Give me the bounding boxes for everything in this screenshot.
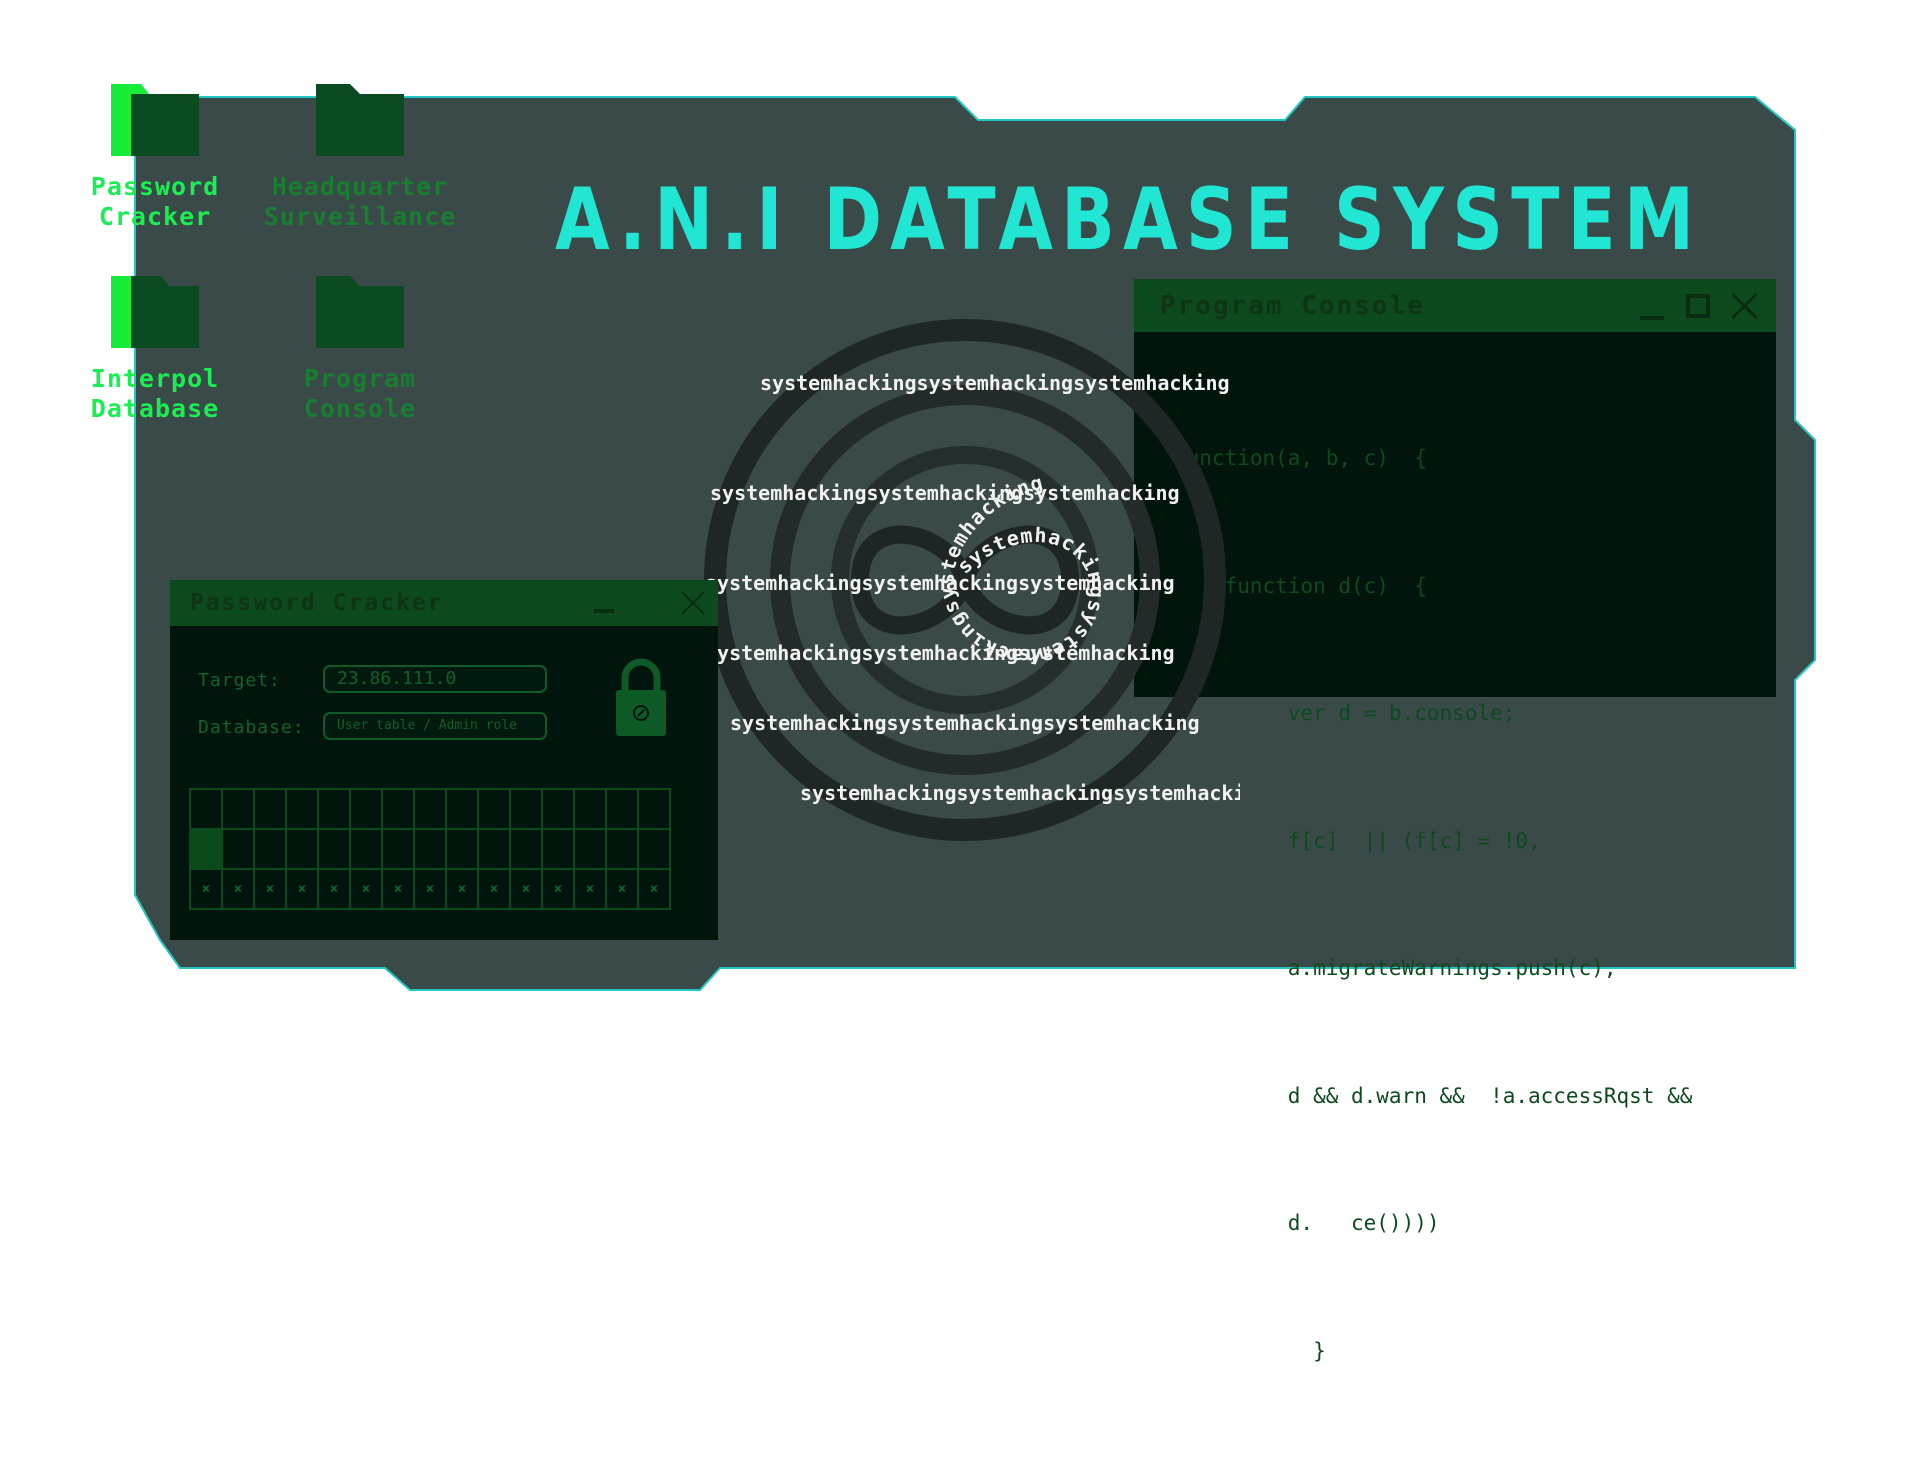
lock-icon	[616, 658, 666, 736]
grid-cell	[381, 828, 415, 870]
grid-cell	[317, 828, 351, 870]
grid-cell	[509, 788, 543, 830]
grid-cell	[253, 788, 287, 830]
grid-cell	[573, 828, 607, 870]
password-cracker-title: Password Cracker	[190, 590, 444, 616]
grid-cell	[573, 788, 607, 830]
desktop-icon-label: Headquarter Surveillance	[263, 172, 457, 231]
grid-cell	[605, 828, 639, 870]
grid-cell: ×	[605, 868, 639, 910]
grid-cell	[413, 788, 447, 830]
page-title: A.N.I DATABASE SYSTEM	[555, 170, 1703, 270]
folder-icon	[111, 84, 199, 156]
database-field[interactable]: User table / Admin role	[323, 712, 547, 740]
grid-cell: ×	[285, 868, 319, 910]
grid-cell	[285, 828, 319, 870]
password-cracker-title-bar[interactable]: Password Cracker	[170, 580, 718, 626]
target-label: Target:	[198, 670, 281, 691]
code-line: a.migrateWarnings.push(c),	[1174, 956, 1617, 980]
close-icon[interactable]	[1730, 292, 1758, 320]
spiral-text: systemhackingsystemhackingsystemhacking	[705, 641, 1175, 665]
grid-cell: ×	[573, 868, 607, 910]
grid-cell	[221, 788, 255, 830]
grid-cell	[605, 788, 639, 830]
desktop-icon-label: Password Cracker	[90, 172, 220, 231]
grid-cell: ×	[637, 868, 671, 910]
grid-row: × × × × × × × × × × × × × × ×	[189, 868, 671, 910]
grid-cell	[541, 828, 575, 870]
grid-row	[189, 828, 671, 870]
grid-cell	[381, 788, 415, 830]
spiral-text: systemhackingsystemhackingsystemhacking	[730, 711, 1200, 735]
target-field[interactable]: 23.86.111.0	[323, 665, 547, 693]
grid-cell: ×	[221, 868, 255, 910]
close-icon[interactable]	[680, 590, 706, 616]
grid-cell	[541, 788, 575, 830]
maximize-icon[interactable]	[1686, 293, 1710, 318]
password-cracker-window[interactable]: Password Cracker Target: 23.86.111.0 Dat…	[170, 580, 718, 940]
spiral-text: systemhackingsystemhackingsystemhacking	[760, 371, 1230, 395]
spiral-text: systemhackingsystemhackingsystemhacking	[710, 481, 1180, 505]
grid-cell: ×	[477, 868, 511, 910]
code-line: }	[1174, 1338, 1326, 1363]
code-line: function(a, b, c) {	[1174, 446, 1427, 470]
code-line: f[c] || (f[c] = !0,	[1174, 828, 1541, 853]
grid-cell	[413, 828, 447, 870]
desktop-icon-interpol-database[interactable]: Interpol Database	[45, 274, 265, 424]
desktop-icon-program-console[interactable]: Program Console	[250, 274, 470, 424]
desktop-icon-label: Interpol Database	[90, 364, 220, 423]
grid-cell: ×	[253, 868, 287, 910]
database-label: Database:	[198, 717, 305, 738]
spiral-text: systemhackingsystemhackingsystemhacking	[800, 781, 1240, 805]
folder-icon	[111, 276, 199, 348]
minimize-icon[interactable]	[594, 609, 614, 613]
grid-cell	[285, 788, 319, 830]
grid-row	[189, 788, 671, 830]
grid-cell: ×	[445, 868, 479, 910]
code-line: d && d.warn && !a.accessRqst &&	[1174, 1083, 1693, 1108]
spiral-text: systemhackingsystemhackingsystemhacking	[705, 571, 1175, 595]
crack-grid: × × × × × × × × × × × × × × ×	[189, 788, 671, 910]
grid-cell	[637, 828, 671, 870]
folder-icon	[316, 84, 404, 156]
grid-cell	[189, 828, 223, 870]
code-line: function d(c) {	[1174, 573, 1427, 598]
desktop-icon-headquarter-surveillance[interactable]: Headquarter Surveillance	[250, 82, 470, 232]
grid-cell: ×	[349, 868, 383, 910]
code-line: ver d = b.console;	[1174, 701, 1516, 725]
grid-cell: ×	[381, 868, 415, 910]
grid-cell	[189, 788, 223, 830]
spiral-emblem: systemhackingsystemhackingsystemhacking …	[704, 319, 1240, 841]
grid-cell	[637, 788, 671, 830]
grid-cell	[509, 828, 543, 870]
grid-cell: ×	[189, 868, 223, 910]
grid-cell	[317, 788, 351, 830]
folder-icon	[316, 276, 404, 348]
grid-cell: ×	[509, 868, 543, 910]
grid-cell: ×	[541, 868, 575, 910]
minimize-icon[interactable]	[1638, 292, 1666, 320]
grid-cell	[349, 828, 383, 870]
desktop-icon-label: Program Console	[303, 364, 417, 423]
grid-cell: ×	[317, 868, 351, 910]
grid-cell	[253, 828, 287, 870]
grid-cell	[349, 788, 383, 830]
grid-cell	[445, 828, 479, 870]
grid-cell: ×	[413, 868, 447, 910]
grid-cell	[221, 828, 255, 870]
desktop-icon-password-cracker[interactable]: Password Cracker	[45, 82, 265, 232]
grid-cell	[477, 788, 511, 830]
grid-cell	[445, 788, 479, 830]
grid-cell	[477, 828, 511, 870]
code-line: d. ce())))	[1174, 1211, 1440, 1235]
